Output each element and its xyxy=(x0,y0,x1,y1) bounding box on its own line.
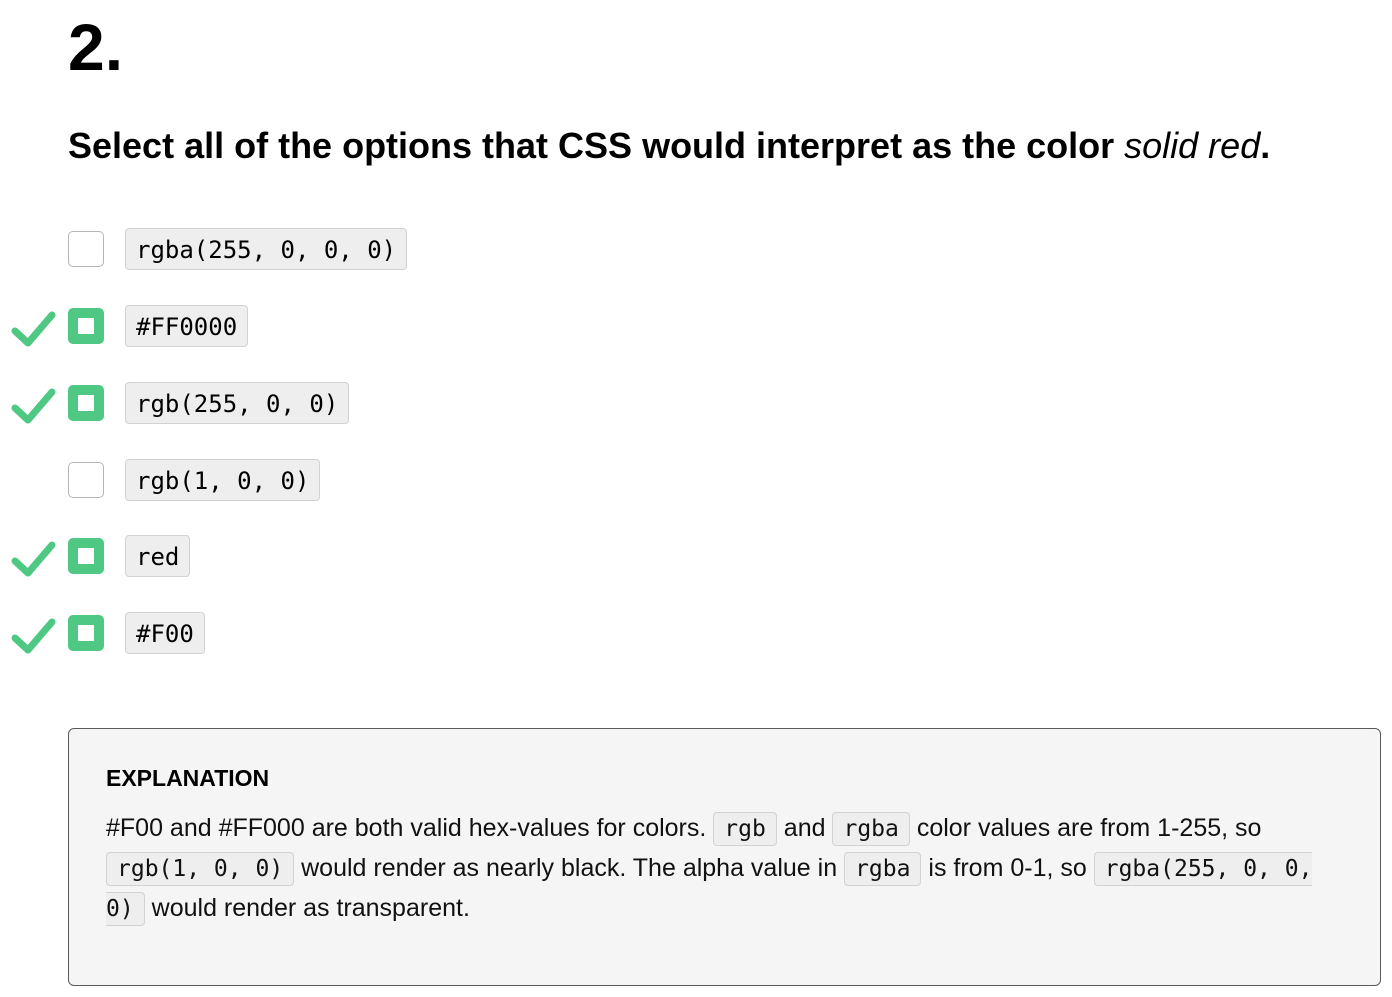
inline-code: rgb xyxy=(713,812,777,846)
option-checkbox[interactable] xyxy=(68,462,104,498)
explanation-text-part: would render as transparent. xyxy=(151,894,470,922)
explanation-text-part: #F00 and #FF000 are both valid hex-value… xyxy=(106,814,707,842)
question-text: Select all of the options that CSS would… xyxy=(68,124,1270,168)
question-text-end: . xyxy=(1260,125,1271,166)
option-1: rgba(255, 0, 0, 0) xyxy=(0,228,700,272)
explanation-panel: EXPLANATION #F00 and #FF000 are both val… xyxy=(68,728,1381,986)
explanation-text-part: would render as nearly black. The alpha … xyxy=(301,854,838,882)
option-2: #FF0000 xyxy=(0,305,700,349)
explanation-title: EXPLANATION xyxy=(106,765,270,791)
option-3: rgb(255, 0, 0) xyxy=(0,382,700,426)
checkmark-icon xyxy=(11,388,56,424)
option-code: #F00 xyxy=(125,612,205,654)
inline-code: rgba xyxy=(844,852,922,886)
option-5: red xyxy=(0,535,700,579)
option-code: rgba(255, 0, 0, 0) xyxy=(125,228,408,270)
option-4: rgb(1, 0, 0) xyxy=(0,459,700,503)
checkmark-icon xyxy=(11,541,56,577)
explanation-text: #F00 and #FF000 are both valid hex-value… xyxy=(106,809,1326,929)
option-code: red xyxy=(125,535,191,577)
inline-code: rgba xyxy=(832,812,910,846)
inline-code: rgb(1, 0, 0) xyxy=(106,852,295,886)
option-checkbox[interactable] xyxy=(68,231,104,267)
option-checkbox[interactable] xyxy=(68,308,104,344)
explanation-text-part: and xyxy=(783,814,826,842)
checkmark-icon xyxy=(11,311,56,347)
option-checkbox[interactable] xyxy=(68,615,104,651)
checkmark-icon xyxy=(11,618,56,654)
option-code: rgb(255, 0, 0) xyxy=(125,382,350,424)
question-text-emphasis: solid red xyxy=(1124,125,1261,166)
question-number: 2. xyxy=(68,10,124,84)
explanation-text-part: color values are from 1-255, so xyxy=(916,814,1262,842)
option-checkbox[interactable] xyxy=(68,538,104,574)
option-checkbox[interactable] xyxy=(68,385,104,421)
explanation-text-part: is from 0-1, so xyxy=(928,854,1087,882)
option-code: #FF0000 xyxy=(125,305,249,347)
option-code: rgb(1, 0, 0) xyxy=(125,459,321,501)
question-text-main: Select all of the options that CSS would… xyxy=(68,125,1125,166)
option-6: #F00 xyxy=(0,612,700,656)
